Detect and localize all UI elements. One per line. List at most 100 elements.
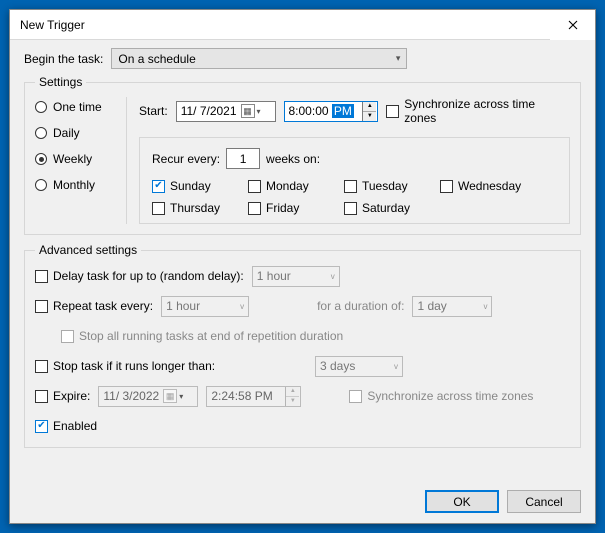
recur-every-label: Recur every: xyxy=(152,152,220,166)
radio-onetime[interactable]: One time xyxy=(35,100,120,114)
spinner-down-icon: ▼ xyxy=(286,397,299,406)
day-sunday-label: Sunday xyxy=(170,179,211,193)
repeat-check[interactable]: Repeat task every: xyxy=(35,299,153,313)
dialog-footer: OK Cancel xyxy=(24,482,581,513)
start-label: Start: xyxy=(139,104,168,118)
close-icon xyxy=(568,20,578,30)
dialog-content: Begin the task: On a schedule ▾ Settings… xyxy=(10,40,595,523)
schedule-type-radios: One time Daily Weekly Monthly xyxy=(35,97,127,224)
expire-time-value: 2:24:58 PM xyxy=(211,389,285,403)
chevron-down-icon: v xyxy=(240,302,244,311)
day-thursday-label: Thursday xyxy=(170,201,220,215)
chevron-down-icon: ▾ xyxy=(396,53,401,64)
cancel-button[interactable]: Cancel xyxy=(507,490,581,513)
spinner-up-icon: ▲ xyxy=(286,387,299,397)
day-thursday[interactable]: Thursday xyxy=(152,201,232,215)
settings-group: Settings One time Daily Weekly xyxy=(24,75,581,235)
chevron-down-icon: v xyxy=(483,302,487,311)
day-wednesday[interactable]: Wednesday xyxy=(440,179,521,193)
day-wednesday-label: Wednesday xyxy=(458,179,521,193)
day-saturday[interactable]: Saturday xyxy=(344,201,424,215)
recur-weeks-value: 1 xyxy=(240,152,247,166)
start-time-picker[interactable]: 8:00:00 PM ▲ ▼ xyxy=(284,101,379,122)
begin-task-value: On a schedule xyxy=(118,52,195,66)
enabled-label: Enabled xyxy=(53,419,97,433)
ok-button[interactable]: OK xyxy=(425,490,499,513)
calendar-icon xyxy=(241,104,255,118)
expire-sync-check: Synchronize across time zones xyxy=(349,389,533,403)
advanced-legend: Advanced settings xyxy=(35,243,141,257)
radio-icon xyxy=(35,101,47,113)
radio-weekly-label: Weekly xyxy=(53,152,92,166)
expire-sync-label: Synchronize across time zones xyxy=(367,389,533,403)
dialog-window: New Trigger Begin the task: On a schedul… xyxy=(9,9,596,524)
radio-onetime-label: One time xyxy=(53,100,102,114)
stop-long-check[interactable]: Stop task if it runs longer than: xyxy=(35,359,225,373)
sync-timezones-check[interactable]: Synchronize across time zones xyxy=(386,97,570,125)
checkbox-icon xyxy=(35,390,48,403)
cancel-label: Cancel xyxy=(525,495,562,509)
day-tuesday[interactable]: Tuesday xyxy=(344,179,424,193)
start-date-picker[interactable]: 11/ 7/2021 ▾ xyxy=(176,101,276,122)
recur-weeks-input[interactable]: 1 xyxy=(226,148,260,169)
radio-daily[interactable]: Daily xyxy=(35,126,120,140)
title-bar: New Trigger xyxy=(10,10,595,40)
sync-timezones-label: Synchronize across time zones xyxy=(404,97,570,125)
stop-repeat-label: Stop all running tasks at end of repetit… xyxy=(79,329,343,343)
checkbox-icon xyxy=(344,202,357,215)
checkbox-icon xyxy=(152,180,165,193)
advanced-group: Advanced settings Delay task for up to (… xyxy=(24,243,581,448)
checkbox-icon xyxy=(344,180,357,193)
checkbox-icon xyxy=(35,300,48,313)
repeat-value: 1 hour xyxy=(166,299,200,313)
time-spinner: ▲▼ xyxy=(285,387,299,406)
checkbox-icon xyxy=(35,420,48,433)
day-sunday[interactable]: Sunday xyxy=(152,179,232,193)
time-spinner[interactable]: ▲ ▼ xyxy=(362,102,376,121)
repeat-duration-label: for a duration of: xyxy=(317,299,404,313)
delay-check[interactable]: Delay task for up to (random delay): xyxy=(35,269,244,283)
spinner-up-icon[interactable]: ▲ xyxy=(363,102,376,112)
recur-panel: Recur every: 1 weeks on: Sunday Monday T… xyxy=(139,137,570,224)
repeat-duration-value: 1 day xyxy=(417,299,446,313)
day-saturday-label: Saturday xyxy=(362,201,410,215)
chevron-down-icon: v xyxy=(331,272,335,281)
radio-icon xyxy=(35,153,47,165)
delay-combo: 1 hourv xyxy=(252,266,340,287)
day-friday-label: Friday xyxy=(266,201,299,215)
checkbox-icon xyxy=(248,180,261,193)
radio-monthly[interactable]: Monthly xyxy=(35,178,120,192)
calendar-icon xyxy=(163,389,177,403)
begin-task-combo[interactable]: On a schedule ▾ xyxy=(111,48,407,69)
radio-weekly[interactable]: Weekly xyxy=(35,152,120,166)
checkbox-icon xyxy=(248,202,261,215)
radio-icon xyxy=(35,179,47,191)
checkbox-icon xyxy=(35,270,48,283)
checkbox-icon xyxy=(61,330,74,343)
spinner-down-icon[interactable]: ▼ xyxy=(363,112,376,121)
checkbox-icon xyxy=(349,390,362,403)
expire-date-value: 11/ 3/2022 xyxy=(103,389,159,403)
weeks-on-label: weeks on: xyxy=(266,152,320,166)
radio-monthly-label: Monthly xyxy=(53,178,95,192)
stop-long-combo: 3 days v xyxy=(315,356,403,377)
delay-label: Delay task for up to (random delay): xyxy=(53,269,244,283)
repeat-label: Repeat task every: xyxy=(53,299,153,313)
radio-daily-label: Daily xyxy=(53,126,80,140)
start-date-value: 11/ 7/2021 xyxy=(181,104,237,118)
start-time-value: 8:00:00 PM xyxy=(289,104,363,118)
expire-check[interactable]: Expire: xyxy=(35,389,90,403)
expire-label: Expire: xyxy=(53,389,90,403)
checkbox-icon xyxy=(440,180,453,193)
checkbox-icon xyxy=(35,360,48,373)
chevron-down-icon: v xyxy=(394,362,398,371)
checkbox-icon xyxy=(152,202,165,215)
stop-long-value: 3 days xyxy=(320,359,355,373)
day-monday[interactable]: Monday xyxy=(248,179,328,193)
expire-date-picker: 11/ 3/2022 ▾ xyxy=(98,386,198,407)
day-friday[interactable]: Friday xyxy=(248,201,328,215)
day-monday-label: Monday xyxy=(266,179,309,193)
close-button[interactable] xyxy=(550,10,595,40)
enabled-check[interactable]: Enabled xyxy=(35,419,97,433)
stop-repeat-check: Stop all running tasks at end of repetit… xyxy=(61,329,343,343)
